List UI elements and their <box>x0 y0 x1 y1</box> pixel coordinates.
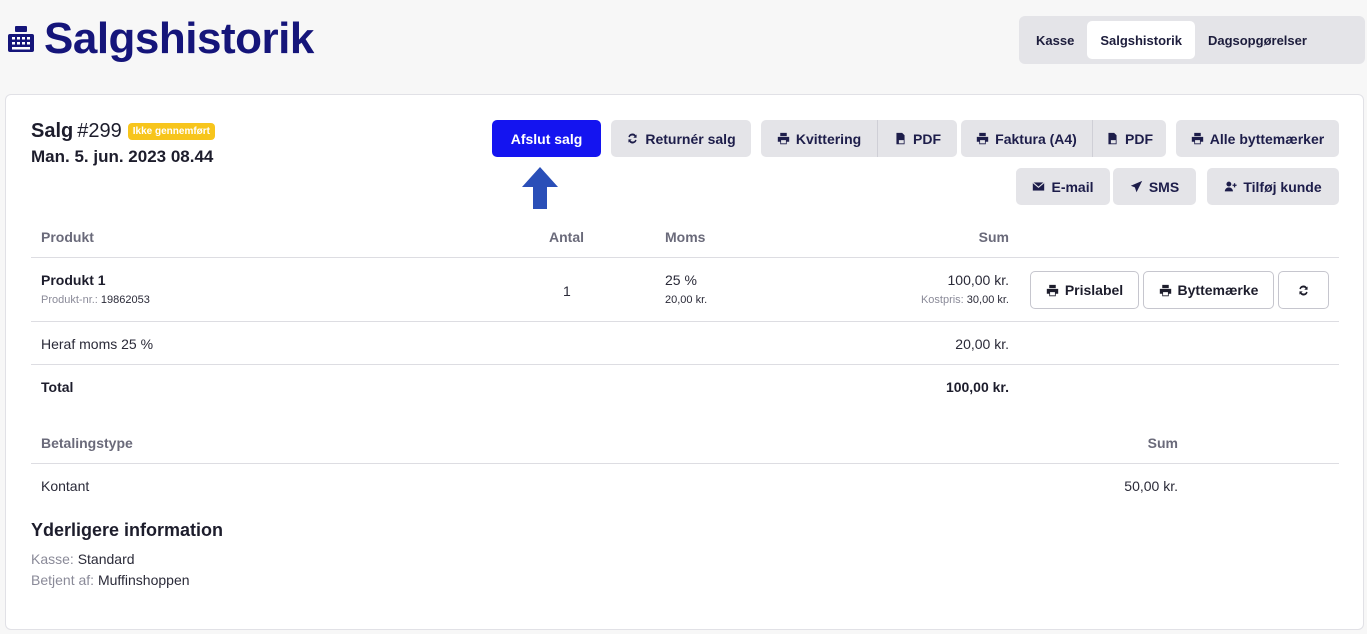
vat-row-value: 20,00 kr. <box>955 336 1009 352</box>
printer-icon <box>1046 284 1058 296</box>
tab-kasse[interactable]: Kasse <box>1023 21 1087 59</box>
invoice-button-group: Faktura (A4) PDF <box>961 120 1166 157</box>
page-title: Salgshistorik <box>6 14 314 64</box>
total-label: Total <box>41 379 74 395</box>
sale-card: Salg #299 Ikke gennemført Man. 5. jun. 2… <box>5 94 1364 630</box>
email-button[interactable]: E-mail <box>1016 168 1110 205</box>
user-plus-icon <box>1225 181 1237 192</box>
printer-icon <box>1159 284 1171 296</box>
pdf-file-icon <box>1108 132 1117 145</box>
payment-sum: 50,00 kr. <box>1124 478 1178 494</box>
printer-icon <box>976 132 989 145</box>
printer-icon <box>1191 132 1203 145</box>
product-vat-amount: 20,00 kr. <box>665 294 708 306</box>
row-return-button[interactable] <box>1278 271 1329 309</box>
sale-number: #299 <box>77 120 122 142</box>
divider <box>31 321 1339 322</box>
divider <box>31 257 1339 258</box>
status-badge: Ikke gennemført <box>127 123 215 140</box>
cash-register-icon <box>8 26 34 52</box>
col-header-vat: Moms <box>665 229 706 245</box>
sale-label: Salg <box>31 120 74 142</box>
add-customer-button[interactable]: Tilføj kunde <box>1207 168 1339 205</box>
nav-tabs: Kasse Salgshistorik Dagsopgørelser <box>1019 16 1365 64</box>
sms-button[interactable]: SMS <box>1113 168 1196 205</box>
finish-sale-button[interactable]: Afslut salg <box>492 120 601 157</box>
product-qty: 1 <box>563 283 571 299</box>
divider <box>31 463 1339 464</box>
col-header-payment-sum: Sum <box>1147 435 1178 451</box>
tab-salgshistorik[interactable]: Salgshistorik <box>1087 21 1195 59</box>
printer-icon <box>777 132 790 145</box>
col-header-sum: Sum <box>978 229 1009 245</box>
exchange-label-button[interactable]: Byttemærke <box>1143 271 1274 309</box>
invoice-button[interactable]: Faktura (A4) <box>961 120 1093 157</box>
arrow-up-icon <box>522 167 558 209</box>
info-register: Kasse: Standard <box>31 551 135 567</box>
invoice-pdf-button[interactable]: PDF <box>1093 120 1166 157</box>
page-title-text: Salgshistorik <box>44 14 314 63</box>
sync-icon <box>628 133 637 144</box>
receipt-button-group: Kvittering PDF <box>761 120 957 157</box>
page-header: Salgshistorik Kasse Salgshistorik Dagsop… <box>0 0 1367 94</box>
vat-row-label: Heraf moms 25 % <box>41 336 154 352</box>
all-exchange-labels-button[interactable]: Alle byttemærker <box>1176 120 1339 157</box>
receipt-pdf-button[interactable]: PDF <box>878 120 957 157</box>
sync-icon <box>1299 285 1308 295</box>
envelope-icon <box>1032 182 1046 191</box>
tab-dagsopgorelser[interactable]: Dagsopgørelser <box>1195 21 1320 59</box>
paper-plane-icon <box>1130 180 1143 193</box>
pdf-file-icon <box>896 132 905 145</box>
product-sum: 100,00 kr. <box>947 272 1010 288</box>
product-vat-rate: 25 % <box>665 272 697 288</box>
product-sku: Produkt-nr.: 19862053 <box>41 294 150 306</box>
return-sale-button[interactable]: Returnér salg <box>611 120 751 157</box>
info-served-by: Betjent af: Muffinshoppen <box>31 572 190 588</box>
sale-date: Man. 5. jun. 2023 08.44 <box>31 147 214 166</box>
divider <box>31 364 1339 365</box>
total-value: 100,00 kr. <box>945 379 1009 395</box>
receipt-button[interactable]: Kvittering <box>761 120 878 157</box>
product-cost: Kostpris: 30,00 kr. <box>920 294 1009 306</box>
col-header-qty: Antal <box>549 229 584 245</box>
price-label-button[interactable]: Prislabel <box>1030 271 1139 309</box>
info-title: Yderligere information <box>31 520 224 540</box>
product-name: Produkt 1 <box>41 272 106 288</box>
payment-type: Kontant <box>41 478 90 494</box>
col-header-payment-type: Betalingstype <box>41 435 133 451</box>
sale-title: Salg #299 Ikke gennemført <box>31 120 215 143</box>
col-header-product: Produkt <box>41 229 94 245</box>
